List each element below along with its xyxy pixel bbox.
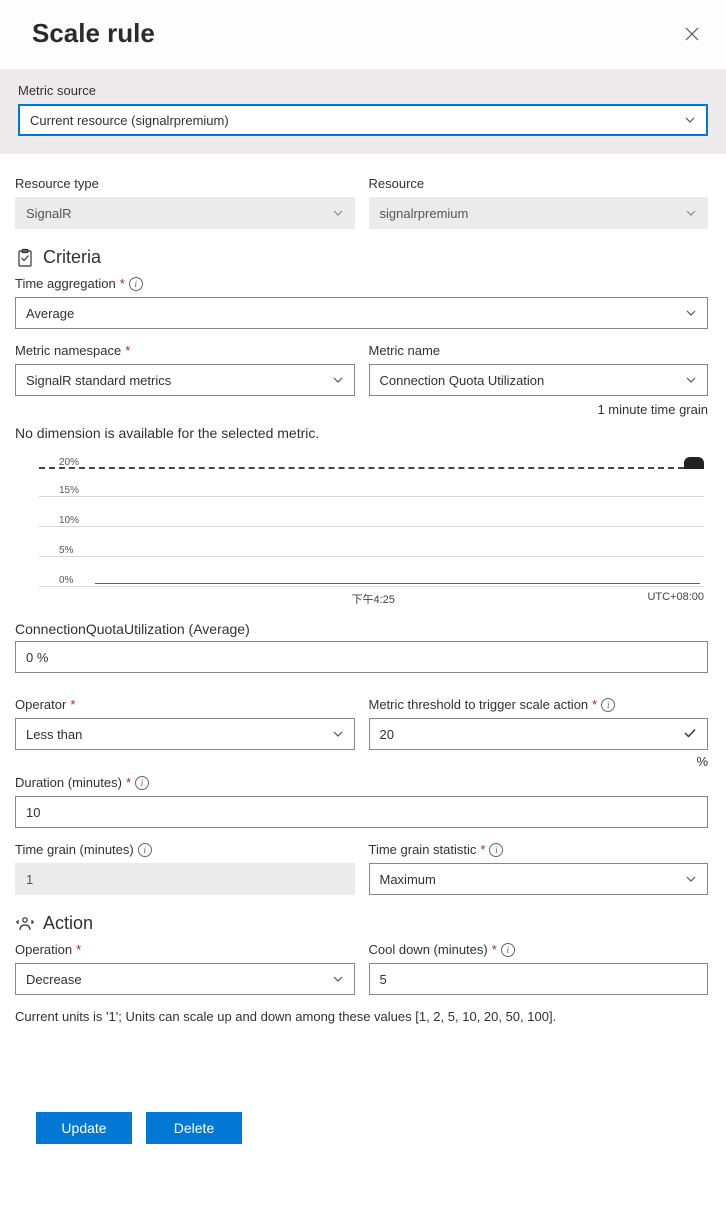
metric-namespace-value: SignalR standard metrics <box>26 373 171 388</box>
resource-type-select: SignalR <box>15 197 355 229</box>
cooldown-input[interactable]: 5 <box>369 963 709 995</box>
chevron-down-icon <box>684 114 696 126</box>
operator-select[interactable]: Less than <box>15 718 355 750</box>
chevron-down-icon <box>332 973 344 985</box>
chart-tooltip-icon <box>684 457 704 469</box>
chevron-down-icon <box>332 374 344 386</box>
metric-namespace-select[interactable]: SignalR standard metrics <box>15 364 355 396</box>
chevron-down-icon <box>685 307 697 319</box>
close-icon <box>684 26 700 42</box>
dimension-note: No dimension is available for the select… <box>15 425 708 441</box>
criteria-title: Criteria <box>43 247 101 268</box>
metric-source-select[interactable]: Current resource (signalrpremium) <box>18 104 708 136</box>
chevron-down-icon <box>332 728 344 740</box>
checkmark-icon <box>683 726 697 743</box>
cooldown-value: 5 <box>380 972 387 987</box>
info-icon[interactable]: i <box>489 843 503 857</box>
metric-source-section: Metric source Current resource (signalrp… <box>0 69 726 154</box>
time-grain-stat-label: Time grain statistic* i <box>369 842 709 857</box>
update-button[interactable]: Update <box>36 1112 132 1144</box>
threshold-label: Metric threshold to trigger scale action… <box>369 697 709 712</box>
metric-name-value: Connection Quota Utilization <box>380 373 545 388</box>
chart-timezone: UTC+08:00 <box>647 591 704 607</box>
metric-source-value: Current resource (signalrpremium) <box>30 113 229 128</box>
operation-value: Decrease <box>26 972 82 987</box>
chevron-down-icon <box>685 873 697 885</box>
time-grain-label: Time grain (minutes) i <box>15 842 355 857</box>
clipboard-icon <box>15 248 35 268</box>
action-title: Action <box>43 913 93 934</box>
close-button[interactable] <box>680 22 704 46</box>
duration-label: Duration (minutes)* i <box>15 775 708 790</box>
duration-value: 10 <box>26 805 40 820</box>
threshold-value: 20 <box>380 727 394 742</box>
metric-source-label: Metric source <box>18 83 708 98</box>
time-grain-note: 1 minute time grain <box>15 402 708 417</box>
time-grain-value: 1 <box>26 872 33 887</box>
time-aggregation-label: Time aggregation* i <box>15 276 708 291</box>
action-icon <box>15 914 35 934</box>
delete-button[interactable]: Delete <box>146 1112 242 1144</box>
panel-header: Scale rule <box>0 0 726 69</box>
time-aggregation-value: Average <box>26 306 74 321</box>
resource-value: signalrpremium <box>380 206 469 221</box>
time-grain-stat-select[interactable]: Maximum <box>369 863 709 895</box>
resource-label: Resource <box>369 176 709 191</box>
cq-value-field: 0 % <box>15 641 708 673</box>
operation-label: Operation* <box>15 942 355 957</box>
action-section-header: Action <box>15 913 708 934</box>
chevron-down-icon <box>685 374 697 386</box>
threshold-unit: % <box>369 754 709 769</box>
chart-x-tick: 下午4:25 <box>99 591 647 607</box>
info-icon[interactable]: i <box>501 943 515 957</box>
duration-input[interactable]: 10 <box>15 796 708 828</box>
info-icon[interactable]: i <box>129 277 143 291</box>
metric-name-select[interactable]: Connection Quota Utilization <box>369 364 709 396</box>
panel-footer: Update Delete <box>0 1042 726 1166</box>
time-grain-stat-value: Maximum <box>380 872 436 887</box>
operator-value: Less than <box>26 727 82 742</box>
panel-title: Scale rule <box>32 18 155 49</box>
threshold-input[interactable]: 20 <box>369 718 709 750</box>
operator-label: Operator* <box>15 697 355 712</box>
metric-chart: 20% 15% 10% 5% 0% 下午4:25 UTC+08:00 <box>15 467 708 607</box>
metric-namespace-label: Metric namespace* <box>15 343 355 358</box>
info-icon[interactable]: i <box>135 776 149 790</box>
cq-label: ConnectionQuotaUtilization (Average) <box>15 621 708 637</box>
resource-select: signalrpremium <box>369 197 709 229</box>
chevron-down-icon <box>685 207 697 219</box>
chart-series-line <box>95 583 700 584</box>
operation-select[interactable]: Decrease <box>15 963 355 995</box>
criteria-section-header: Criteria <box>15 247 708 268</box>
time-grain-input: 1 <box>15 863 355 895</box>
resource-type-label: Resource type <box>15 176 355 191</box>
time-aggregation-select[interactable]: Average <box>15 297 708 329</box>
cooldown-label: Cool down (minutes)* i <box>369 942 709 957</box>
resource-type-value: SignalR <box>26 206 72 221</box>
info-icon[interactable]: i <box>138 843 152 857</box>
chevron-down-icon <box>332 207 344 219</box>
units-note: Current units is '1'; Units can scale up… <box>15 1009 708 1024</box>
info-icon[interactable]: i <box>601 698 615 712</box>
metric-name-label: Metric name <box>369 343 709 358</box>
